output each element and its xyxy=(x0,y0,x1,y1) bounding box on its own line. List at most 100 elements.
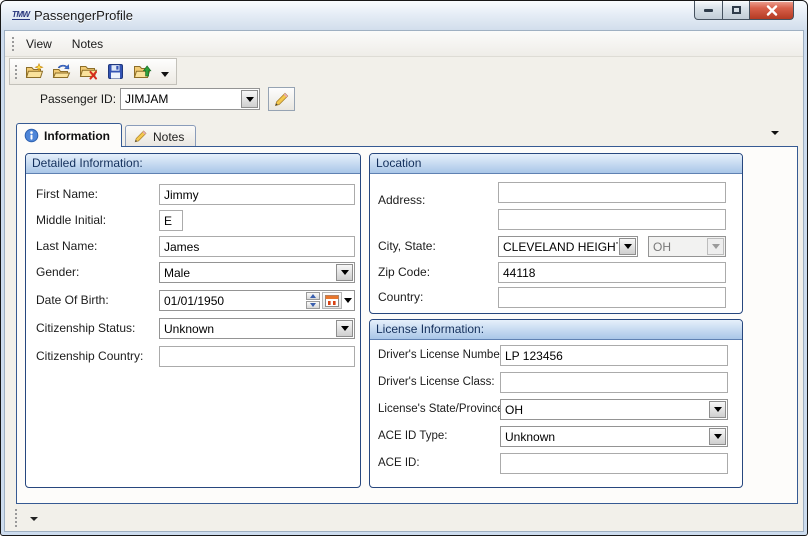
edit-passenger-button[interactable] xyxy=(268,87,295,111)
address-line2-input[interactable] xyxy=(498,209,726,230)
chevron-down-icon xyxy=(712,244,720,249)
triangle-down-icon xyxy=(310,303,316,307)
menu-view[interactable]: View xyxy=(18,34,60,54)
middle-initial-input[interactable] xyxy=(159,210,183,231)
open-folder-icon xyxy=(52,63,71,80)
ace-id-type-combobox[interactable]: Unknown xyxy=(500,426,728,447)
toolbar-grip[interactable] xyxy=(15,65,17,79)
country-label: Country: xyxy=(378,287,423,308)
zip-code-input[interactable] xyxy=(498,262,726,283)
delete-profile-button[interactable] xyxy=(78,62,98,82)
license-information-group: License Information: Driver's License Nu… xyxy=(369,319,743,488)
chevron-down-icon xyxy=(714,407,722,412)
toolbar-overflow-icon[interactable] xyxy=(161,72,169,77)
city-dropdown-button[interactable] xyxy=(619,238,636,255)
spin-down-button[interactable] xyxy=(306,301,320,309)
close-icon xyxy=(766,5,778,16)
gender-combobox[interactable]: Male xyxy=(159,262,355,283)
tab-notes-label: Notes xyxy=(153,130,184,144)
passenger-id-label: Passenger ID: xyxy=(40,88,116,110)
last-name-input[interactable] xyxy=(159,236,355,257)
pencil-icon xyxy=(133,129,148,144)
tab-list-dropdown-button[interactable] xyxy=(771,131,783,141)
maximize-icon xyxy=(732,6,741,14)
chevron-down-icon xyxy=(30,517,38,521)
chevron-down-icon xyxy=(624,244,632,249)
minimize-icon xyxy=(704,9,713,12)
delete-folder-icon xyxy=(79,63,98,80)
triangle-up-icon xyxy=(310,294,316,298)
middle-initial-label: Middle Initial: xyxy=(36,210,106,231)
app-logo-icon: TMW xyxy=(12,10,30,20)
passenger-id-value: JIMJAM xyxy=(121,89,240,109)
information-tab-page: Detailed Information: First Name: Middle… xyxy=(16,146,798,504)
save-profile-button[interactable] xyxy=(105,62,125,82)
citizenship-country-input[interactable] xyxy=(159,346,355,367)
dl-number-label: Driver's License Number: xyxy=(378,345,507,366)
calendar-icon xyxy=(325,294,339,307)
new-profile-button[interactable] xyxy=(24,62,44,82)
toolbar xyxy=(5,57,803,87)
license-information-header: License Information: xyxy=(370,320,742,340)
city-value: CLEVELAND HEIGHTS, xyxy=(499,237,618,256)
ace-id-type-label: ACE ID Type: xyxy=(378,426,447,447)
state-combobox[interactable]: OH xyxy=(648,236,726,257)
minimize-button[interactable] xyxy=(694,1,723,20)
chevron-down-icon xyxy=(714,434,722,439)
detailed-information-header: Detailed Information: xyxy=(26,154,360,174)
date-spinner xyxy=(306,291,320,310)
bottom-panel-grip[interactable] xyxy=(15,509,17,527)
dl-state-dropdown-button[interactable] xyxy=(709,401,726,418)
export-profile-button[interactable] xyxy=(132,62,152,82)
close-button[interactable] xyxy=(749,1,794,20)
ace-id-input[interactable] xyxy=(500,453,728,474)
location-header: Location xyxy=(370,154,742,174)
client-area: View Notes xyxy=(4,30,804,532)
detailed-information-group: Detailed Information: First Name: Middle… xyxy=(25,153,361,488)
citizenship-status-label: Citizenship Status: xyxy=(36,318,135,339)
tab-information[interactable]: Information xyxy=(16,123,122,147)
menu-notes[interactable]: Notes xyxy=(64,34,111,54)
citizenship-status-dropdown-button[interactable] xyxy=(336,320,353,337)
passenger-id-combobox[interactable]: JIMJAM xyxy=(120,88,260,110)
calendar-button[interactable] xyxy=(322,292,342,309)
title-bar[interactable]: TMW PassengerProfile xyxy=(1,1,807,30)
city-combobox[interactable]: CLEVELAND HEIGHTS, xyxy=(498,236,638,257)
export-folder-icon xyxy=(133,63,152,80)
citizenship-status-combobox[interactable]: Unknown xyxy=(159,318,355,339)
window-controls xyxy=(694,1,794,20)
date-of-birth-picker[interactable]: 01/01/1950 xyxy=(159,290,355,311)
maximize-button[interactable] xyxy=(722,1,750,20)
ace-id-label: ACE ID: xyxy=(378,453,420,474)
date-dropdown-button[interactable] xyxy=(342,291,354,310)
passenger-id-dropdown-button[interactable] xyxy=(241,90,258,108)
spin-up-button[interactable] xyxy=(306,292,320,300)
address-label: Address: xyxy=(378,190,425,211)
bottom-panel xyxy=(5,505,803,532)
state-dropdown-button[interactable] xyxy=(707,238,724,255)
state-value: OH xyxy=(649,237,706,256)
ace-id-type-dropdown-button[interactable] xyxy=(709,428,726,445)
toolbar-island xyxy=(9,58,177,85)
dl-state-combobox[interactable]: OH xyxy=(500,399,728,420)
dl-state-label: License's State/Province: xyxy=(378,399,507,420)
open-profile-button[interactable] xyxy=(51,62,71,82)
last-name-label: Last Name: xyxy=(36,236,97,257)
bottom-panel-dropdown-button[interactable] xyxy=(27,514,41,524)
country-input[interactable] xyxy=(498,287,726,308)
menu-grip[interactable] xyxy=(12,37,14,51)
address-line1-input[interactable] xyxy=(498,182,726,203)
chevron-down-icon xyxy=(344,298,352,303)
chevron-down-icon xyxy=(341,270,349,275)
city-state-label: City, State: xyxy=(378,236,436,257)
first-name-input[interactable] xyxy=(159,184,355,205)
gender-dropdown-button[interactable] xyxy=(336,264,353,281)
tab-information-label: Information xyxy=(44,129,110,143)
tab-notes[interactable]: Notes xyxy=(125,125,196,147)
chevron-down-icon xyxy=(246,97,254,102)
first-name-label: First Name: xyxy=(36,184,98,205)
dl-number-input[interactable] xyxy=(500,345,728,366)
window-title: PassengerProfile xyxy=(34,8,133,23)
dl-class-input[interactable] xyxy=(500,372,728,393)
dl-state-value: OH xyxy=(501,400,708,419)
